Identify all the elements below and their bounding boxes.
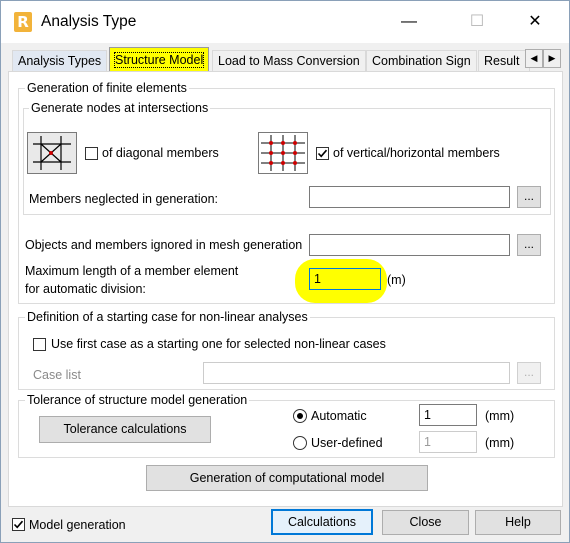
maximize-button: ☐	[454, 1, 500, 43]
tab-label: Combination Sign	[372, 54, 471, 68]
vertical-horizontal-members-image	[258, 132, 308, 174]
nonlinear-group-title: Definition of a starting case for non-li…	[25, 310, 310, 324]
tab-label: Analysis Types	[18, 54, 102, 68]
objects-ignored-input[interactable]	[309, 234, 510, 256]
checkmark-icon	[13, 520, 24, 529]
close-window-button[interactable]: ✕	[512, 1, 558, 43]
tab-structure-model[interactable]: Structure Model	[109, 47, 210, 72]
diagonal-members-checkbox[interactable]	[85, 147, 98, 160]
use-first-case-label: Use first case as a starting one for sel…	[51, 337, 386, 351]
case-list-browse-button: ...	[517, 362, 541, 384]
objects-ignored-browse-button[interactable]: ...	[517, 234, 541, 256]
window-title: Analysis Type	[41, 13, 137, 30]
vertical-horizontal-members-checkbox[interactable]	[316, 147, 329, 160]
arrow-right-icon: ▶	[548, 53, 556, 63]
diagonal-members-image	[27, 132, 77, 174]
max-length-label-line2: for automatic division:	[25, 282, 146, 296]
automatic-tolerance-input[interactable]: 1	[419, 404, 477, 426]
automatic-radio-label: Automatic	[311, 409, 367, 423]
calculations-button[interactable]: Calculations	[271, 509, 373, 535]
user-defined-radio[interactable]	[293, 436, 307, 450]
close-icon: ✕	[528, 13, 542, 30]
model-generation-checkbox[interactable]	[12, 518, 25, 531]
minimize-icon: —	[401, 13, 417, 30]
members-neglected-input[interactable]	[309, 186, 510, 208]
vertical-horizontal-members-label: of vertical/horizontal members	[333, 146, 500, 160]
max-length-input[interactable]: 1	[309, 268, 381, 290]
diagonal-grid-icon	[28, 133, 76, 173]
generation-group-title: Generation of finite elements	[25, 81, 189, 95]
automatic-radio[interactable]	[293, 409, 307, 423]
automatic-tolerance-unit: (mm)	[485, 409, 515, 423]
nodes-group-title: Generate nodes at intersections	[29, 101, 211, 115]
use-first-case-checkbox[interactable]	[33, 338, 46, 351]
user-defined-tolerance-input: 1	[419, 431, 477, 453]
max-length-unit: (m)	[387, 273, 406, 287]
members-neglected-browse-button[interactable]: ...	[517, 186, 541, 208]
members-neglected-label: Members neglected in generation:	[29, 192, 219, 206]
title-bar: R Analysis Type — ☐ ✕	[1, 1, 569, 43]
tab-strip: Analysis Types Structure Model Load to M…	[1, 43, 569, 72]
tab-combination-sign[interactable]: Combination Sign	[366, 50, 477, 71]
orthogonal-grid-icon	[259, 133, 307, 173]
maximize-icon: ☐	[469, 13, 485, 30]
tab-analysis-types[interactable]: Analysis Types	[12, 50, 108, 71]
case-list-input	[203, 362, 510, 384]
tab-load-to-mass-conversion[interactable]: Load to Mass Conversion	[212, 50, 366, 71]
analysis-type-dialog: R Analysis Type — ☐ ✕ Analysis Types Str…	[0, 0, 570, 543]
tab-scroll-left-button[interactable]: ◀	[525, 49, 543, 68]
model-generation-label: Model generation	[29, 518, 126, 532]
checkmark-icon	[317, 149, 328, 158]
diagonal-members-label: of diagonal members	[102, 146, 219, 160]
arrow-left-icon: ◀	[530, 53, 538, 63]
tab-result[interactable]: Result	[478, 50, 530, 71]
tolerance-calculations-button[interactable]: Tolerance calculations	[39, 416, 211, 443]
minimize-button[interactable]: —	[386, 1, 432, 43]
tab-scroll-right-button[interactable]: ▶	[543, 49, 561, 68]
tab-label: Structure Model	[113, 52, 205, 68]
max-length-label-line1: Maximum length of a member element	[25, 264, 239, 278]
help-button[interactable]: Help	[475, 510, 561, 535]
tab-label: Result	[484, 54, 520, 68]
robot-app-icon: R	[14, 12, 32, 32]
close-button[interactable]: Close	[382, 510, 469, 535]
case-list-label: Case list	[33, 368, 81, 382]
generate-computational-model-button[interactable]: Generation of computational model	[146, 465, 428, 491]
user-defined-radio-label: User-defined	[311, 436, 383, 450]
objects-ignored-label: Objects and members ignored in mesh gene…	[25, 238, 303, 252]
tab-label: Load to Mass Conversion	[218, 54, 360, 68]
structure-model-panel: Generation of finite elements Generate n…	[8, 71, 563, 507]
user-defined-tolerance-unit: (mm)	[485, 436, 515, 450]
tolerance-group-title: Tolerance of structure model generation	[25, 393, 250, 407]
